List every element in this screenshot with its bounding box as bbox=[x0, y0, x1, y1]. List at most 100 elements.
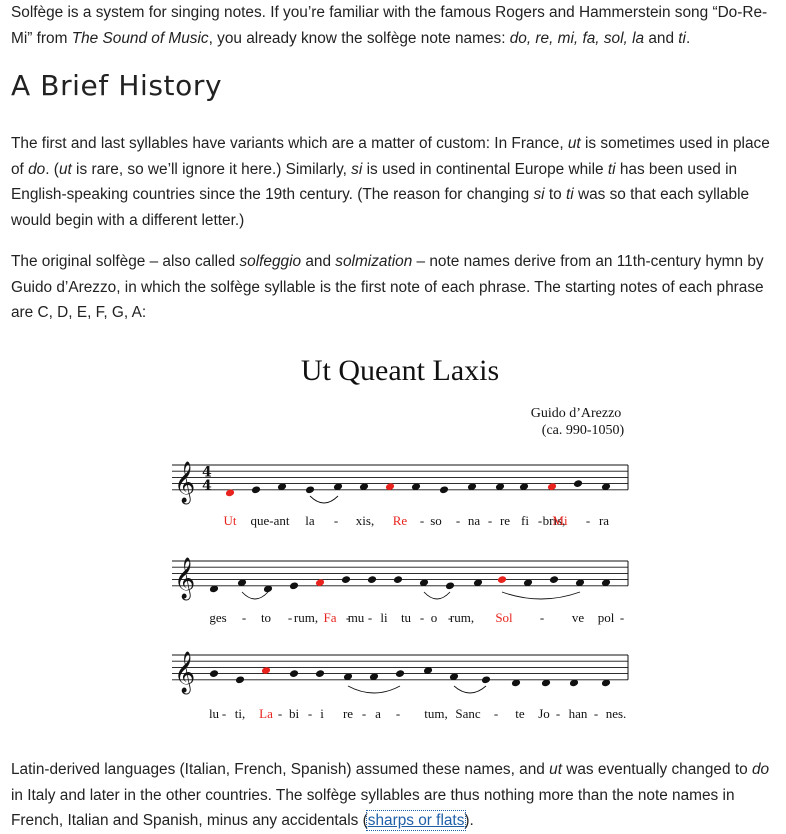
slur bbox=[309, 495, 339, 504]
note-head bbox=[305, 486, 315, 494]
lyric-syllable: a bbox=[375, 706, 381, 721]
text: and bbox=[301, 253, 336, 270]
note-head bbox=[367, 576, 377, 583]
lyric-syllable: li bbox=[380, 610, 388, 625]
lyric-hyphen: - bbox=[288, 610, 292, 625]
composer-name: Guido d’Arezzo bbox=[531, 406, 622, 421]
em-do: do bbox=[751, 761, 770, 778]
lyric-syllable: fi bbox=[521, 513, 529, 528]
lyric-hyphen: - bbox=[488, 513, 492, 528]
treble-clef: 𝄞 bbox=[174, 461, 195, 504]
slur bbox=[241, 591, 269, 600]
em-solmization: solmization bbox=[335, 253, 413, 270]
em-solfeggio: solfeggio bbox=[239, 253, 302, 270]
lyric-syllable: mu bbox=[348, 610, 365, 625]
lyric-syllable: que-ant bbox=[251, 513, 290, 528]
em-si: si bbox=[351, 160, 363, 178]
origin-paragraph: The original solfège – also called solfe… bbox=[11, 249, 781, 326]
film-title: The Sound of Music bbox=[71, 29, 209, 47]
lyric-syllable: re bbox=[343, 706, 353, 721]
lyric-syllable: La bbox=[259, 706, 273, 721]
lyric-hyphen: - bbox=[334, 513, 338, 528]
lyric-hyphen: - bbox=[308, 706, 312, 721]
lyric-syllable: rum, bbox=[450, 610, 474, 625]
em-ut: ut bbox=[58, 160, 72, 178]
lyric-hyphen: - bbox=[242, 610, 246, 625]
lyric-syllable: o bbox=[431, 610, 438, 625]
lyric-hyphen: - bbox=[278, 706, 282, 721]
text: and bbox=[644, 29, 679, 47]
lyric-syllable: so bbox=[430, 513, 442, 528]
note-head bbox=[315, 670, 325, 677]
lyric-hyphen: - bbox=[586, 513, 590, 528]
em-ut: ut bbox=[567, 135, 581, 152]
note-head bbox=[289, 670, 299, 677]
slur bbox=[423, 591, 451, 600]
em-si: si bbox=[533, 186, 545, 204]
text: to bbox=[544, 186, 566, 204]
lyric-syllable: Fa bbox=[324, 610, 337, 625]
text: , you already know the solfège note name… bbox=[208, 29, 510, 47]
em-do: do bbox=[28, 160, 46, 178]
lyric-syllable: te bbox=[515, 706, 525, 721]
lyric-hyphen: - bbox=[222, 706, 226, 721]
lyric-syllable: Re bbox=[393, 513, 408, 528]
lyric-syllable: ra bbox=[599, 513, 609, 528]
lyric-syllable: han bbox=[569, 706, 588, 721]
variants-paragraph: The first and last syllables have varian… bbox=[11, 131, 781, 234]
lyric-syllable: tu bbox=[401, 610, 412, 625]
text: The original solfège – also called bbox=[11, 253, 240, 270]
lyric-syllable: Sanc bbox=[455, 706, 481, 721]
composer-dates: (ca. 990-1050) bbox=[542, 423, 625, 438]
lyric-syllable: bi bbox=[289, 706, 300, 721]
lyric-syllable: to bbox=[261, 610, 271, 625]
note-head bbox=[341, 576, 351, 583]
note-head-highlighted bbox=[497, 576, 507, 583]
note-head bbox=[289, 582, 299, 590]
lyric-syllable: ti, bbox=[235, 706, 245, 721]
lyric-hyphen: - bbox=[368, 610, 372, 625]
lyric-hyphen: - bbox=[594, 706, 598, 721]
lyric-hyphen: - bbox=[456, 513, 460, 528]
lyric-hyphen: - bbox=[420, 610, 424, 625]
lyric-hyphen: - bbox=[540, 610, 544, 625]
lyric-syllable: i bbox=[320, 706, 324, 721]
lyric-syllable: ve bbox=[572, 610, 585, 625]
note-head bbox=[395, 670, 405, 677]
lyric-hyphen: - bbox=[362, 706, 366, 721]
note-head bbox=[393, 576, 403, 583]
lyric-hyphen: - bbox=[620, 610, 624, 625]
text: was eventually changed to bbox=[561, 761, 752, 778]
note-head bbox=[445, 582, 455, 590]
ut-queant-laxis-score: Ut Queant Laxis Guido d’Arezzo (ca. 990-… bbox=[172, 354, 629, 721]
lyric-syllable: la bbox=[305, 513, 315, 528]
text: Latin-derived languages (Italian, French… bbox=[11, 761, 550, 778]
note-head bbox=[235, 676, 245, 684]
text: . ( bbox=[45, 160, 59, 178]
intro-paragraph: Solfège is a system for singing notes. I… bbox=[11, 0, 781, 51]
treble-clef: 𝄞 bbox=[174, 651, 195, 694]
sharps-or-flats-link[interactable]: sharps or flats bbox=[365, 810, 467, 832]
lyric-hyphen: - bbox=[494, 706, 498, 721]
lyric-syllable: lu bbox=[209, 706, 220, 721]
time-signature-bottom: 4 bbox=[202, 478, 212, 494]
lyric-syllable: Ut bbox=[224, 513, 237, 528]
lyric-syllable: tum, bbox=[424, 706, 447, 721]
lyric-syllable: na bbox=[468, 513, 481, 528]
em-ti: ti bbox=[565, 186, 574, 204]
text: . bbox=[685, 29, 691, 47]
note-head bbox=[439, 486, 449, 494]
text: is rare, so we’ll ignore it here.) Simil… bbox=[71, 160, 352, 178]
lyric-syllable: xis, bbox=[356, 513, 374, 528]
note-names: do, re, mi, fa, sol, la bbox=[509, 29, 645, 47]
score-title: Ut Queant Laxis bbox=[301, 354, 499, 387]
history-heading: A Brief History bbox=[11, 69, 223, 102]
em-ti: ti bbox=[607, 160, 616, 178]
em-ut: ut bbox=[549, 761, 562, 778]
latin-paragraph: Latin-derived languages (Italian, French… bbox=[11, 757, 781, 834]
lyric-syllable: nes. bbox=[606, 706, 627, 721]
note-name-ti: ti bbox=[678, 29, 686, 47]
note-head bbox=[209, 670, 219, 677]
note-head bbox=[573, 480, 583, 487]
note-head bbox=[251, 486, 261, 494]
